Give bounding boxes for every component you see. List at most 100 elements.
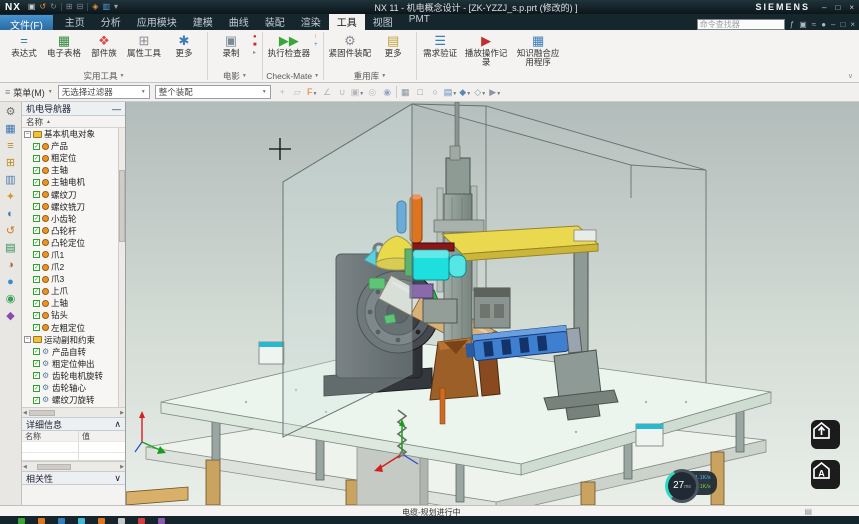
tab-视图[interactable]: 视图 (365, 12, 401, 30)
doc-close-button[interactable]: × (850, 21, 855, 29)
internet-icon[interactable]: ● (7, 277, 14, 288)
snap-point-icon[interactable]: + (276, 88, 289, 97)
tab-PMT[interactable]: PMT (401, 12, 438, 30)
file-menu-tab[interactable]: 文件(F) (0, 15, 53, 30)
taskbar-app-icon-4[interactable] (98, 518, 105, 524)
taskbar-app-icon-7[interactable] (158, 518, 165, 524)
taskbar-app-icon-1[interactable] (38, 518, 45, 524)
tree-item-row[interactable]: ✓主轴 (22, 164, 118, 176)
checkbox-icon[interactable]: ✓ (33, 372, 40, 379)
lock-selection-icon[interactable]: ◉ (381, 88, 394, 97)
background-icon[interactable]: ◇▼ (474, 88, 487, 97)
checkbox-icon[interactable]: ✓ (33, 179, 40, 186)
fit-window-icon[interactable]: □ (414, 88, 427, 97)
speed-monitor-overlay[interactable]: 1.1K/s 0.1K/s 27ms (691, 471, 717, 495)
part-navigator-icon[interactable]: ⊞ (6, 158, 15, 169)
load-check-icon[interactable]: ↑ (314, 34, 318, 40)
tree-item-row[interactable]: ✓⚙粗定位伸出 (22, 358, 118, 370)
tree-item-row[interactable]: ✓上轴 (22, 297, 118, 309)
shaded-view-icon[interactable]: ▤▼ (444, 88, 457, 97)
fx-icon[interactable]: ƒ (790, 21, 794, 29)
library-icon[interactable]: ▤ (5, 243, 15, 254)
checkbox-icon[interactable]: ✓ (33, 348, 40, 355)
checkbox-icon[interactable]: ✓ (33, 167, 40, 174)
movie-icon[interactable]: ▥ (102, 3, 110, 11)
taskbar-app-icon-3[interactable] (78, 518, 85, 524)
tree-item-row[interactable]: ✓爪2 (22, 261, 118, 273)
tree-item-row[interactable]: ✓主轴电机 (22, 176, 118, 188)
maximize-button[interactable]: □ (835, 3, 840, 12)
checkbox-icon[interactable]: ✓ (33, 215, 40, 222)
checkbox-icon[interactable]: ✓ (33, 191, 40, 198)
attribute-tools-button[interactable]: ⊞属性工具 (124, 31, 164, 58)
roles-icon[interactable]: ◆ (6, 311, 14, 322)
show-hide-icon[interactable]: ▦ (399, 88, 412, 97)
tree-item-row[interactable]: ✓螺纹刀 (22, 188, 118, 200)
history-icon[interactable]: ↺ (6, 226, 15, 237)
tree-item-row[interactable]: ✓⚙螺纹刀旋转 (22, 394, 118, 406)
touch-icon[interactable]: ◈ (92, 3, 98, 11)
tree-item-row[interactable]: ✓凸轮杆 (22, 225, 118, 237)
tree-item-row[interactable]: ✓⚙产品自转 (22, 346, 118, 358)
pause-movie-icon[interactable]: ● (253, 34, 257, 40)
tree-folder-row[interactable]: −运动副和约束 (22, 334, 118, 346)
journal-play-button[interactable]: ▶播放操作记录 (460, 31, 512, 68)
requirements-validation-button[interactable]: ☰需求验证 (420, 31, 460, 58)
doc-minimize-button[interactable]: – (831, 21, 835, 29)
palette-icon[interactable]: ◑ (7, 260, 14, 271)
checkbox-icon[interactable]: ✓ (33, 312, 40, 319)
panel-a-button[interactable]: A (811, 460, 840, 489)
junction-box-left[interactable] (259, 342, 284, 364)
status-grid-icon[interactable]: ▤ (804, 507, 812, 516)
tree-item-row[interactable]: ✓粗定位 (22, 152, 118, 164)
tab-装配[interactable]: 装配 (257, 12, 293, 30)
purple-block[interactable] (410, 284, 433, 298)
more-utilities-button[interactable]: ✱更多 (164, 31, 204, 58)
checkbox-icon[interactable]: ✓ (33, 385, 40, 392)
highlight-icon[interactable]: ◎ (366, 88, 379, 97)
doc-window-icon[interactable]: ▣ (799, 21, 807, 29)
tree-horizontal-scrollbar[interactable]: ◀▶ (22, 407, 125, 417)
details-horizontal-scrollbar[interactable]: ◀▶ (22, 461, 125, 471)
add-check-icon[interactable]: + (314, 42, 318, 48)
type-filter-icon[interactable]: F▼ (306, 88, 319, 97)
more-dropdown-icon[interactable]: ▾ (114, 3, 118, 11)
tab-应用模块[interactable]: 应用模块 (129, 12, 185, 30)
selection-filter-combo[interactable]: 无选择过滤器▼ (58, 85, 150, 99)
tree-item-row[interactable]: ✓产品 (22, 140, 118, 152)
expander-icon[interactable]: − (24, 131, 31, 138)
checkbox-icon[interactable]: ✓ (33, 300, 40, 307)
tree-item-row[interactable]: ✓爪1 (22, 249, 118, 261)
magnet-icon[interactable]: ∪ (336, 88, 349, 97)
slide-block[interactable] (423, 299, 457, 323)
selection-scope-combo[interactable]: 整个装配▼ (155, 85, 271, 99)
paste-icon[interactable]: ⊟ (77, 3, 84, 11)
part-families-button[interactable]: ❖部件族 (84, 31, 124, 58)
tab-曲线[interactable]: 曲线 (221, 12, 257, 30)
tree-item-row[interactable]: ✓⚙齿轮电机旋转 (22, 370, 118, 382)
junction-box-right[interactable] (636, 424, 663, 446)
checkbox-icon[interactable]: ✓ (33, 155, 40, 162)
tab-分析[interactable]: 分析 (93, 12, 129, 30)
copy-icon[interactable]: ⊞ (66, 3, 73, 11)
expression-button[interactable]: =表达式 (4, 31, 44, 58)
ribbon-collapse-icon[interactable]: ∨ (848, 72, 853, 80)
materials-icon[interactable]: ◉ (6, 294, 16, 305)
checkbox-icon[interactable]: ✓ (33, 203, 40, 210)
checkbox-icon[interactable]: ✓ (33, 251, 40, 258)
tip-gear-icon[interactable]: ⚙ (6, 107, 16, 118)
record-movie-button[interactable]: ▣录制 (211, 31, 251, 58)
redo-icon[interactable]: ↻ (50, 3, 57, 11)
doc-restore-button[interactable]: □ (840, 21, 845, 29)
checkbox-icon[interactable]: ✓ (33, 227, 40, 234)
more-reuse-button[interactable]: ▤更多 (373, 31, 413, 58)
undo-icon[interactable]: ↺ (39, 3, 46, 11)
taskbar-app-icon-2[interactable] (58, 518, 65, 524)
fastener-assembly-button[interactable]: ⚙紧固件装配 (327, 31, 374, 58)
checkbox-icon[interactable]: ✓ (33, 360, 40, 367)
latency-ring[interactable]: 27ms (665, 469, 699, 503)
tab-主页[interactable]: 主页 (57, 12, 93, 30)
export-movie-icon[interactable]: ▸ (253, 50, 257, 56)
reuse-library-icon[interactable]: ▥ (5, 175, 15, 186)
menu-button[interactable]: ≡ 菜单(M)▼ (5, 86, 53, 99)
